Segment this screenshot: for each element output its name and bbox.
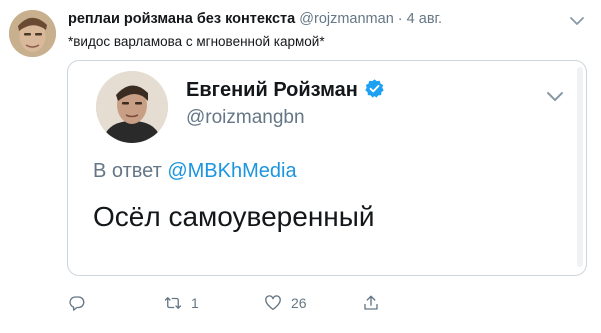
author-avatar[interactable] — [9, 10, 56, 57]
author-name[interactable]: реплаи ройзмана без контекста — [68, 11, 295, 27]
reply-prefix: В ответ — [93, 160, 162, 182]
quoted-tweet-card[interactable]: Евгений Ройзман @roizmangbn В ответ @MBK… — [67, 60, 587, 276]
retweet-count: 1 — [191, 295, 199, 311]
separator-dot: · — [397, 11, 403, 27]
tweet-date[interactable]: 4 авг. — [407, 11, 442, 27]
tweet[interactable]: реплаи ройзмана без контекста @rojzmanma… — [0, 0, 601, 333]
reply-icon — [69, 296, 85, 311]
verified-badge-icon — [365, 79, 384, 98]
like-icon — [265, 295, 281, 311]
quoted-author[interactable]: Евгений Ройзман — [186, 78, 385, 102]
author-handle[interactable]: @rojzmanman — [299, 11, 394, 27]
quoted-handle[interactable]: @roizmangbn — [186, 107, 305, 129]
reply-context: В ответ @MBKhMedia — [93, 160, 297, 183]
quoted-text: Осёл самоуверенный — [93, 201, 375, 232]
share-icon — [364, 295, 378, 310]
reply-button[interactable] — [68, 292, 86, 314]
chevron-down-icon[interactable] — [566, 10, 588, 32]
tweet-actions: 1 26 — [68, 292, 468, 314]
chevron-down-icon[interactable] — [542, 83, 568, 109]
quoted-avatar[interactable] — [96, 71, 168, 143]
retweet-icon — [164, 297, 182, 309]
like-button[interactable]: 26 — [264, 292, 307, 314]
retweet-button[interactable]: 1 — [164, 292, 199, 314]
like-count: 26 — [291, 295, 307, 311]
tweet-text: *видос варламова с мгновенной кармой* — [68, 34, 325, 49]
scrollbar[interactable] — [577, 67, 583, 267]
share-button[interactable] — [362, 292, 380, 314]
reply-mention-link[interactable]: @MBKhMedia — [167, 160, 296, 182]
tweet-header: реплаи ройзмана без контекста @rojzmanma… — [68, 11, 442, 27]
quoted-author-name[interactable]: Евгений Ройзман — [186, 79, 358, 101]
